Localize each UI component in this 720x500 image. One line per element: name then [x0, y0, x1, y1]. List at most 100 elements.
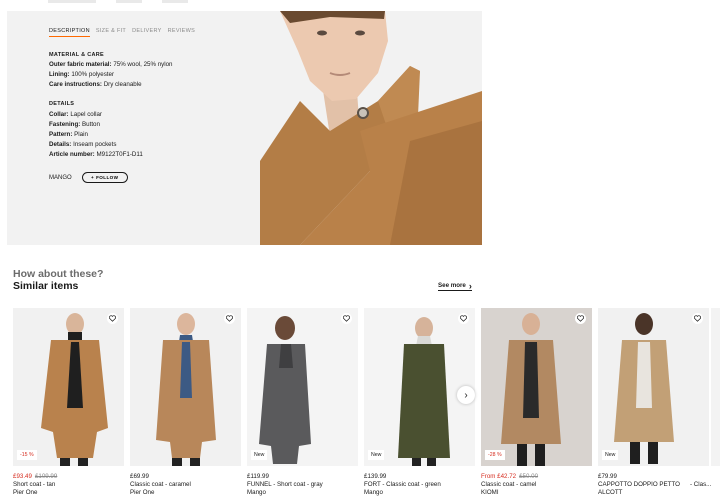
attr-label: Collar:	[49, 111, 69, 118]
new-badge: New	[368, 450, 385, 460]
attr-value: Lapel collar	[70, 111, 102, 118]
product-name[interactable]: FUNNEL - Short coat - gray	[247, 481, 358, 489]
attr-value: Button	[82, 121, 100, 128]
product-brand[interactable]: Mango	[364, 489, 475, 497]
product-name[interactable]: Classic coat - caramel	[130, 481, 241, 489]
brand-name[interactable]: MANGO	[49, 175, 72, 181]
price-prefix: From	[481, 473, 496, 480]
product-card[interactable]: -15 % £93.49 £109.99 Short coat - tan Pie…	[13, 308, 124, 497]
product-card[interactable]: New £119.99 FUNNEL - Short coat - gray M…	[247, 308, 358, 497]
follow-label: FOLLOW	[96, 175, 119, 180]
attr-row: Fastening: Button	[49, 120, 143, 130]
see-more-label: See more	[438, 282, 466, 289]
product-image[interactable]: -15 %	[13, 308, 124, 466]
plus-icon: +	[90, 175, 95, 180]
product-detail-panel: DESCRIPTION SIZE & FIT DELIVERY REVIEWS …	[7, 11, 482, 245]
heart-icon[interactable]	[341, 313, 352, 324]
attr-value: Plain	[74, 131, 88, 138]
product-hero-image[interactable]	[260, 11, 482, 245]
product-name[interactable]: FORT - Classic coat - green	[364, 481, 475, 489]
attr-label: Care instructions:	[49, 81, 102, 88]
discount-badge: -28 %	[485, 450, 505, 460]
chevron-right-icon: ›	[464, 389, 468, 401]
price: £139.99	[364, 473, 387, 480]
price: £79.99	[598, 473, 617, 480]
coat-model-image	[481, 308, 592, 466]
thumbnail-strip	[48, 0, 248, 4]
product-brand[interactable]: Pier One	[130, 489, 241, 497]
product-image[interactable]: -28 %	[481, 308, 592, 466]
attr-value: 100% polyester	[71, 71, 115, 78]
brand-row: MANGO + FOLLOW	[49, 172, 128, 183]
carousel-next-button[interactable]: ›	[457, 386, 475, 404]
product-image[interactable]	[130, 308, 241, 466]
detail-tabs: DESCRIPTION SIZE & FIT DELIVERY REVIEWS	[49, 28, 195, 37]
coat-model-image	[13, 308, 124, 466]
heart-icon[interactable]	[224, 313, 235, 324]
heart-icon[interactable]	[575, 313, 586, 324]
product-brand[interactable]: Mango	[247, 489, 358, 497]
price: £119.99	[247, 473, 269, 480]
recommendations-title: Similar items	[13, 280, 79, 292]
product-brand[interactable]: Pier One	[13, 489, 124, 497]
original-price: £50.00	[519, 473, 539, 480]
tab-size-fit[interactable]: SIZE & FIT	[96, 28, 126, 37]
discount-badge: -15 %	[17, 450, 37, 460]
attr-value: Dry cleanable	[103, 81, 142, 88]
new-badge: New	[251, 450, 268, 460]
sale-price: £42.72	[497, 473, 517, 480]
product-card[interactable]: -28 % From £42.72 £50.00 Classic coat - c…	[481, 308, 592, 497]
attr-value: Inseam pockets	[73, 141, 117, 148]
product-brand[interactable]: ALCOTT	[598, 489, 709, 497]
chevron-right-icon: ›	[468, 280, 472, 291]
model-coat-closeup-image	[260, 11, 482, 245]
material-care-heading: MATERIAL & CARE	[49, 52, 105, 58]
follow-button[interactable]: + FOLLOW	[81, 172, 128, 183]
attr-label: Fastening:	[49, 121, 81, 128]
attr-value: M9122T0F1-D11	[96, 151, 143, 158]
coat-model-image	[247, 308, 358, 466]
product-name[interactable]: Classic coat - camel	[481, 481, 592, 489]
attr-label: Pattern:	[49, 131, 73, 138]
product-card[interactable]: New £139.99 FORT - Classic coat - green …	[364, 308, 475, 497]
attr-label: Outer fabric material:	[49, 61, 112, 68]
price: £69.99	[130, 473, 149, 480]
attr-row: Lining: 100% polyester	[49, 70, 173, 80]
price: From £42.72 £50.00	[481, 473, 592, 481]
attr-label: Lining:	[49, 71, 70, 78]
attr-row: Article number: M9122T0F1-D11	[49, 150, 143, 160]
coat-model-image	[130, 308, 241, 466]
tab-delivery[interactable]: DELIVERY	[132, 28, 162, 37]
details-heading: DETAILS	[49, 101, 75, 107]
product-image[interactable]: New	[247, 308, 358, 466]
product-image[interactable]: New	[364, 308, 475, 466]
product-card[interactable]: £69.99 Classic coat - caramel Pier One	[130, 308, 241, 497]
product-name[interactable]: Short coat - tan	[13, 481, 124, 489]
new-badge: New	[602, 450, 619, 460]
product-card[interactable]: New £79.99 CAPPOTTO DOPPIO PETTO ALCOTT	[598, 308, 709, 497]
see-more-link[interactable]: See more ›	[438, 280, 472, 291]
heart-icon[interactable]	[107, 313, 118, 324]
material-care-list: Outer fabric material: 75% wool, 25% nyl…	[49, 60, 173, 90]
attr-row: Collar: Lapel collar	[49, 110, 143, 120]
product-brand[interactable]: KIOMI	[481, 489, 592, 497]
partial-product-image[interactable]	[711, 308, 720, 466]
heart-icon[interactable]	[692, 313, 703, 324]
attr-label: Details:	[49, 141, 72, 148]
product-image[interactable]: New	[598, 308, 709, 466]
coat-model-image	[598, 308, 709, 466]
attr-row: Care instructions: Dry cleanable	[49, 80, 173, 90]
partial-product-name[interactable]: - Clas...	[690, 481, 711, 488]
tab-reviews[interactable]: REVIEWS	[168, 28, 195, 37]
sale-price: £93.49	[13, 473, 32, 480]
price: £93.49 £109.99	[13, 473, 124, 481]
heart-icon[interactable]	[458, 313, 469, 324]
original-price: £109.99	[34, 473, 58, 480]
coat-model-image	[364, 308, 475, 466]
attr-row: Pattern: Plain	[49, 130, 143, 140]
tab-description[interactable]: DESCRIPTION	[49, 28, 90, 37]
attr-row: Details: Inseam pockets	[49, 140, 143, 150]
attr-row: Outer fabric material: 75% wool, 25% nyl…	[49, 60, 173, 70]
attr-label: Article number:	[49, 151, 95, 158]
details-list: Collar: Lapel collar Fastening: Button P…	[49, 110, 143, 160]
